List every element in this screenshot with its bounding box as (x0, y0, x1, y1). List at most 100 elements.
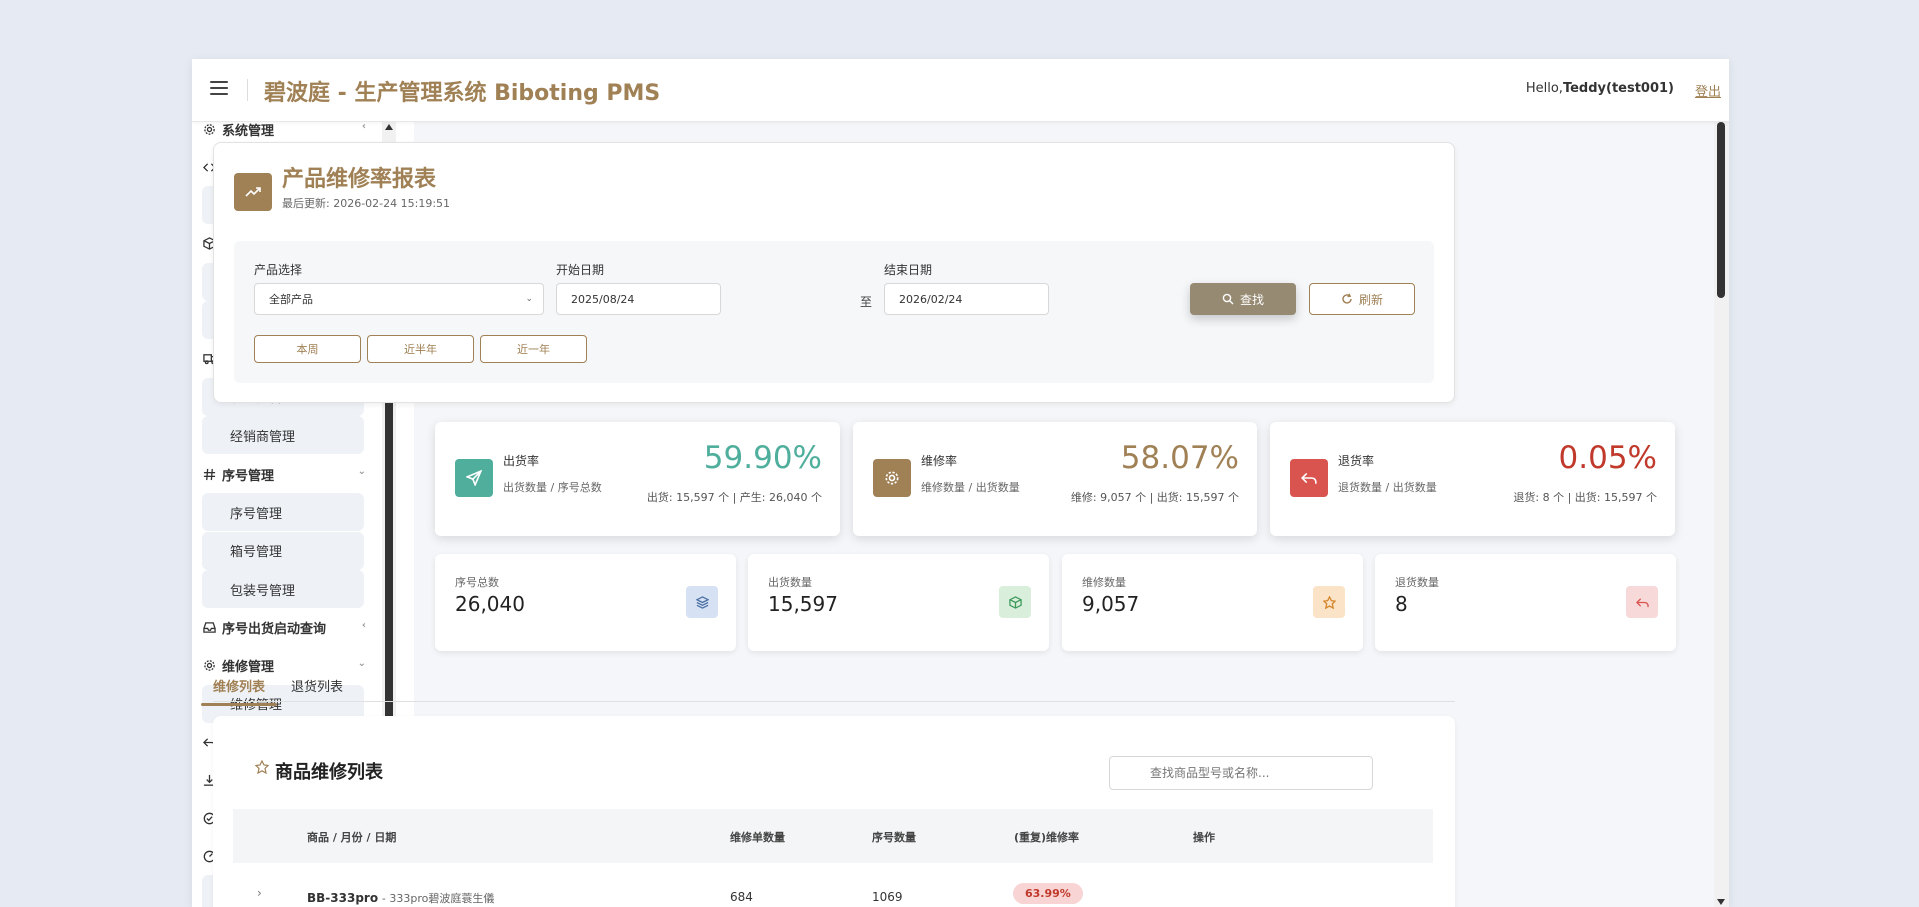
sidebar-item-label: 序号管理 (230, 506, 283, 522)
row-product: BB-333pro - 333pro碧波庭蓑生儀 (307, 890, 494, 906)
sidebar-group-0[interactable]: 系统管理 ‹ (202, 122, 372, 144)
rate-name: 维修率 (921, 454, 958, 468)
sidebar-group-9[interactable]: 序号管理 ⌄ (202, 459, 372, 489)
row-repair-rate-badge: 63.99% (1013, 883, 1083, 904)
stat-value: 15,597 (768, 592, 838, 616)
repair-list-card: 商品维修列表 商品 / 月份 / 日期 维修单数量 序号数量 (重复)维修率 操… (213, 716, 1455, 907)
top-header: 碧波庭 - 生产管理系统 Biboting PMS Hello,Teddy(te… (192, 59, 1729, 122)
rate-detail: 退货: 8 个 | 出货: 15,597 个 (1513, 491, 1657, 504)
hamburger-menu-icon[interactable] (210, 81, 228, 95)
tab-repair-list-label: 维修列表 (213, 680, 266, 695)
rate-name: 出货率 (503, 454, 540, 468)
start-date-value: 2025/08/24 (571, 292, 635, 306)
stat-card: 维修数量 9,057 (1062, 554, 1363, 651)
filter-panel: 产品选择 全部产品 ⌄ 开始日期 2025/08/24 至 结束日期 2026/… (234, 241, 1434, 383)
gear-icon (873, 459, 911, 497)
stat-label: 维修数量 (1082, 576, 1126, 589)
sidebar-item-label: 包装号管理 (230, 583, 296, 599)
search-icon (1222, 293, 1234, 305)
sidebar-item[interactable]: 包装号管理 (202, 570, 364, 609)
user-greeting: Hello,Teddy(test001) (1526, 81, 1674, 96)
stat-card: 退货数量 8 (1375, 554, 1676, 651)
row-desc: - 333pro碧波庭蓑生儀 (381, 892, 495, 905)
product-search-input[interactable] (1109, 756, 1373, 790)
report-title: 产品维修率报表 (282, 167, 437, 192)
col-product: 商品 / 月份 / 日期 (307, 831, 397, 844)
chevron-down-icon: ⌄ (525, 294, 533, 304)
trend-up-icon (234, 173, 272, 211)
sidebar-item[interactable]: 箱号管理 (202, 531, 364, 570)
stat-label: 序号总数 (455, 576, 499, 589)
rate-name: 退货率 (1338, 454, 1375, 468)
sidebar-item[interactable]: 经销商管理 (202, 416, 364, 455)
page-scroll-down-icon[interactable] (1717, 899, 1725, 905)
gear-icon (202, 122, 216, 136)
sidebar-group-label: 序号管理 (222, 468, 275, 484)
page-scrollbar[interactable] (1714, 122, 1729, 907)
report-card: 产品维修率报表 最后更新: 2026-02-24 15:19:51 产品选择 全… (213, 142, 1455, 403)
chevron-icon: ⌄ (357, 657, 366, 669)
rate-formula: 出货数量 / 序号总数 (503, 481, 602, 494)
rate-detail: 维修: 9,057 个 | 出货: 15,597 个 (1070, 491, 1239, 504)
award-icon (255, 760, 269, 774)
logout-link[interactable]: 登出 (1695, 81, 1721, 100)
active-tab-indicator (201, 703, 277, 706)
row-model: BB-333pro (307, 891, 379, 905)
end-date-input[interactable]: 2026/02/24 (884, 283, 1049, 315)
start-date-input[interactable]: 2025/08/24 (556, 283, 721, 315)
award-icon (1313, 586, 1345, 618)
header-divider (247, 79, 248, 101)
stat-label: 出货数量 (768, 576, 812, 589)
sidebar-group-label: 系统管理 (222, 123, 275, 139)
col-actions: 操作 (1193, 831, 1215, 844)
rate-value: 0.05% (1558, 440, 1657, 476)
layers-icon (686, 586, 718, 618)
row-expand-icon[interactable]: › (257, 886, 262, 900)
tab-repair-list[interactable]: 维修列表 (201, 676, 277, 706)
refresh-button-label: 刷新 (1358, 292, 1383, 307)
sidebar-item-label: 经销商管理 (230, 429, 296, 445)
page-scroll-thumb[interactable] (1717, 122, 1725, 298)
stat-value: 8 (1395, 592, 1408, 616)
to-label: 至 (860, 295, 873, 309)
refresh-button[interactable]: 刷新 (1309, 283, 1415, 315)
repair-list-title: 商品维修列表 (275, 762, 383, 783)
table-header: 商品 / 月份 / 日期 维修单数量 序号数量 (重复)维修率 操作 (233, 809, 1433, 863)
quick-half-year-button[interactable]: 近半年 (367, 335, 474, 363)
product-select[interactable]: 全部产品 ⌄ (254, 283, 544, 315)
col-orders: 维修单数量 (730, 831, 785, 844)
gear-icon (202, 659, 216, 673)
sidebar-item-label: 箱号管理 (230, 545, 283, 561)
cube-icon (999, 586, 1031, 618)
rate-value: 59.90% (703, 440, 822, 476)
app-title: 碧波庭 - 生产管理系统 Biboting PMS (264, 81, 661, 106)
col-repair-rate: (重复)维修率 (1014, 831, 1080, 844)
rate-value: 58.07% (1120, 440, 1239, 476)
col-serials: 序号数量 (872, 831, 916, 844)
rate-card: 出货率出货数量 / 序号总数 59.90% 出货: 15,597 个 | 产生: 2… (435, 422, 840, 536)
chevron-icon: ‹ (361, 122, 366, 132)
search-button-label: 查找 (1239, 292, 1264, 307)
sidebar-item[interactable]: 序号管理 (202, 493, 364, 531)
rate-detail: 出货: 15,597 个 | 产生: 26,040 个 (646, 491, 822, 504)
end-date-label: 结束日期 (884, 263, 933, 277)
stat-card: 出货数量 15,597 (748, 554, 1049, 651)
tab-return-list[interactable]: 退货列表 (291, 676, 343, 695)
return-icon (1290, 459, 1328, 497)
product-label: 产品选择 (254, 263, 303, 277)
quick-week-button[interactable]: 本周 (254, 335, 361, 363)
quick-year-button[interactable]: 近一年 (480, 335, 587, 363)
stat-label: 退货数量 (1395, 576, 1439, 589)
chevron-icon: ‹ (361, 619, 366, 631)
row-serials: 1069 (872, 890, 903, 904)
rate-card: 退货率 退货数量 / 出货数量 0.05% 退货: 8 个 | 出货: 15,597 … (1270, 422, 1675, 536)
sidebar-group-13[interactable]: 序号出货启动查询 ‹ (202, 613, 372, 643)
refresh-icon (1342, 293, 1352, 304)
rate-card: 维修率维修数量 / 出货数量 58.07% 维修: 9,057 个 | 出货: 15… (853, 422, 1257, 536)
search-button[interactable]: 查找 (1190, 283, 1296, 315)
scroll-up-arrow-icon[interactable] (385, 124, 393, 130)
rate-formula: 维修数量 / 出货数量 (921, 481, 1020, 494)
hash-icon (202, 467, 216, 481)
user-name: Teddy(test001) (1562, 81, 1674, 96)
stat-value: 26,040 (455, 592, 525, 616)
